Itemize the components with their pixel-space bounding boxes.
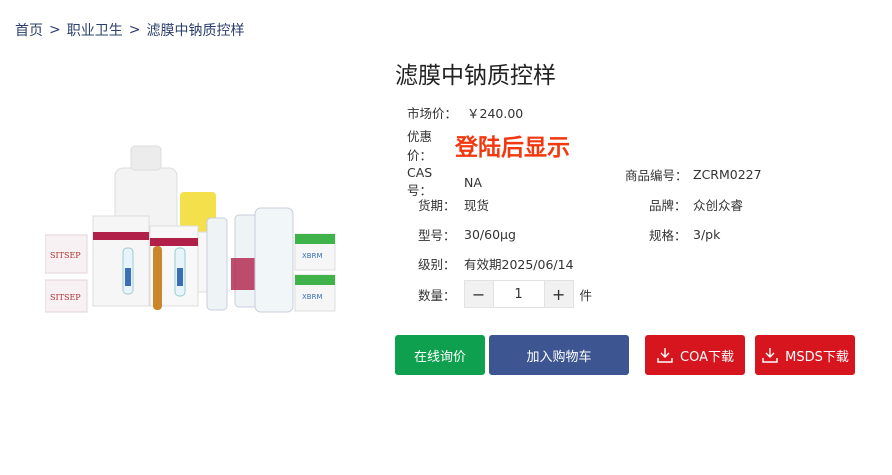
quantity-increment-button[interactable]: +: [544, 281, 573, 307]
grade-row: 级别： 有效期2025/06/14: [418, 254, 574, 273]
download-icon: [657, 348, 673, 363]
delivery-label: 货期：: [418, 198, 456, 213]
market-price-row: 市场价： ￥240.00: [407, 103, 523, 122]
grade-value: 有效期2025/06/14: [464, 257, 574, 272]
brand-value: 众创众睿: [693, 198, 744, 213]
market-price-value: ￥240.00: [467, 106, 524, 121]
breadcrumb-separator: >: [49, 22, 61, 38]
add-to-cart-button[interactable]: 加入购物车: [489, 335, 629, 375]
box-brand-text: SITSEP: [50, 293, 81, 302]
inquiry-button[interactable]: 在线询价: [395, 335, 485, 375]
quantity-label: 数量：: [418, 287, 456, 303]
spec-label: 规格：: [649, 228, 687, 243]
coa-download-label: COA下载: [680, 349, 734, 365]
product-no-row: 商品编号： ZCRM0227: [625, 165, 762, 184]
model-row: 型号： 30/60μg: [418, 225, 516, 244]
spec-row: 规格： 3/pk: [649, 225, 720, 244]
breadcrumb: 首页 > 职业卫生 > 滤膜中钠质控样: [15, 20, 244, 40]
spec-value: 3/pk: [693, 227, 721, 242]
msds-download-button[interactable]: MSDS下载: [755, 335, 855, 375]
cas-value: NA: [464, 174, 482, 190]
brand-row: 品牌： 众创众睿: [649, 195, 743, 214]
market-price-label: 市场价：: [407, 106, 458, 121]
grade-label: 级别：: [418, 257, 456, 272]
green-box-brand-text: XBRM: [302, 293, 323, 301]
delivery-row: 货期： 现货: [418, 195, 489, 214]
cas-row: CAS号： NA: [407, 165, 482, 199]
msds-download-label: MSDS下载: [785, 349, 849, 365]
breadcrumb-current: 滤膜中钠质控样: [146, 23, 245, 39]
coa-download-button[interactable]: COA下载: [645, 335, 745, 375]
breadcrumb-category[interactable]: 职业卫生: [67, 20, 123, 40]
green-box-brand-text: XBRM: [302, 252, 323, 260]
cas-label: CAS号：: [407, 165, 433, 198]
product-image: SITSEP SITSEP XBRM XBRM: [45, 145, 336, 313]
product-no-label: 商品编号：: [625, 168, 688, 183]
download-icon: [762, 348, 778, 363]
delivery-value: 现货: [464, 198, 490, 213]
quantity-input[interactable]: [492, 281, 545, 307]
quantity-row: 数量： − + 件: [418, 280, 592, 308]
add-to-cart-button-label: 加入购物车: [526, 349, 592, 365]
brand-label: 品牌：: [649, 198, 687, 213]
product-title: 滤膜中钠质控样: [395, 63, 556, 89]
breadcrumb-separator: >: [128, 22, 141, 38]
model-value: 30/60μg: [464, 227, 516, 242]
quantity-unit: 件: [579, 287, 593, 303]
model-label: 型号：: [418, 228, 456, 243]
breadcrumb-home[interactable]: 首页: [15, 20, 43, 40]
product-no-value: ZCRM0227: [693, 167, 762, 182]
quantity-stepper: − +: [463, 280, 574, 308]
box-brand-text: SITSEP: [50, 251, 81, 260]
promo-price-row: 优惠价： 登陆后显示: [407, 126, 570, 164]
quantity-decrement-button[interactable]: −: [464, 281, 493, 307]
promo-price-label: 优惠价：: [407, 129, 433, 163]
promo-price-value: 登陆后显示: [455, 135, 570, 161]
inquiry-button-label: 在线询价: [413, 349, 466, 365]
